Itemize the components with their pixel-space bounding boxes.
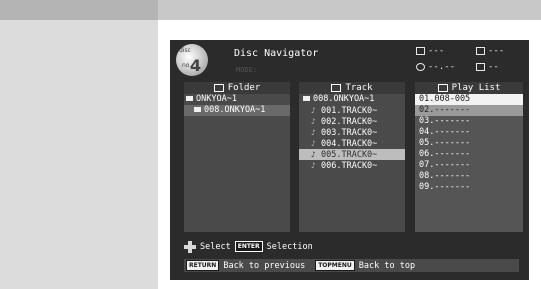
playlist-item[interactable]: 09.------- <box>415 182 523 193</box>
document-icon <box>331 84 342 92</box>
enter-key: ENTER <box>234 241 263 252</box>
mode-label: MODE: <box>236 66 258 74</box>
track-item[interactable]: ♪ 004.TRACK0~ <box>299 138 405 149</box>
app-title: Disc Navigator <box>234 48 319 59</box>
back-previous-label: Back to previous <box>223 260 306 271</box>
track-panel: Track 008.ONKYOA~1 ♪ 001.TRACK0~ ♪ 002.TRA… <box>299 82 405 232</box>
folder-item[interactable]: ONKYOA~1 <box>184 94 290 105</box>
topmenu-key: TOPMENU <box>315 260 355 271</box>
music-file-icon <box>476 63 485 71</box>
folder-count: --- <box>428 46 445 56</box>
folder-icon <box>213 84 224 92</box>
music-note-icon: ♪ <box>311 139 316 148</box>
track-list: 008.ONKYOA~1 ♪ 001.TRACK0~ ♪ 002.TRACK0~ ♪… <box>299 94 405 232</box>
dpad-icon <box>184 240 196 253</box>
disc-label: disc <box>179 47 191 54</box>
navigation-hint: RETURN Back to previous TOPMENU Back to … <box>184 259 519 272</box>
time-cell: --.-- <box>416 62 455 72</box>
disc-icon: disc no. 4 <box>176 44 208 76</box>
track-item[interactable]: ♪ 001.TRACK0~ <box>299 105 405 116</box>
left-rail-header <box>0 0 158 20</box>
return-key: RETURN <box>186 260 220 271</box>
playlist-item[interactable]: 02.------- <box>415 105 523 116</box>
music-note-icon: ♪ <box>311 128 316 137</box>
track-number: -- <box>488 62 499 72</box>
folder-icon <box>186 96 193 101</box>
track-item[interactable]: ♪ 002.TRACK0~ <box>299 116 405 127</box>
folder-count-cell: --- <box>416 46 444 56</box>
playlist-list: 01.008-005 02.------- 03.------- 04.----… <box>415 94 523 232</box>
disc-number: 4 <box>190 56 202 75</box>
selection-label: Selection <box>266 241 313 252</box>
playlist-item[interactable]: 08.------- <box>415 171 523 182</box>
track-folder-item[interactable]: 008.ONKYOA~1 <box>299 94 405 105</box>
status-panel: --- --- --.-- -- <box>412 44 524 78</box>
track-item[interactable]: ♪ 006.TRACK0~ <box>299 160 405 171</box>
music-note-icon: ♪ <box>311 161 316 170</box>
file-count: --- <box>488 46 505 56</box>
playlist-item[interactable]: 03.------- <box>415 116 523 127</box>
playlist-icon <box>437 84 448 92</box>
track-item[interactable]: ♪ 003.TRACK0~ <box>299 127 405 138</box>
folder-item-selected[interactable]: 008.ONKYOA~1 <box>184 105 290 116</box>
folder-panel: Folder ONKYOA~1 008.ONKYOA~1 <box>184 82 290 232</box>
playlist-item[interactable]: 04.------- <box>415 127 523 138</box>
select-label: Select <box>200 241 231 252</box>
left-rail <box>0 20 158 289</box>
playlist-panel: Play List 01.008-005 02.------- 03.-----… <box>415 82 523 232</box>
folder-panel-title: Folder <box>227 83 261 93</box>
track-item-selected[interactable]: ♪ 005.TRACK0~ <box>299 149 405 160</box>
playlist-panel-title: Play List <box>451 83 501 93</box>
select-hint: Select ENTER Selection <box>184 240 313 253</box>
folder-icon <box>194 107 201 112</box>
playlist-panel-header: Play List <box>415 82 523 94</box>
document-icon <box>476 47 485 55</box>
track-panel-title: Track <box>345 83 373 93</box>
folder-list: ONKYOA~1 008.ONKYOA~1 <box>184 94 290 232</box>
back-top-label: Back to top <box>358 260 416 271</box>
navigator-header: disc no. 4 Disc Navigator MODE: <box>176 44 410 80</box>
time-readout: --.-- <box>428 62 456 72</box>
clock-icon <box>416 63 425 71</box>
file-count-cell: --- <box>476 46 504 56</box>
playlist-item[interactable]: 05.------- <box>415 138 523 149</box>
music-note-icon: ♪ <box>311 106 316 115</box>
top-bar <box>158 0 541 20</box>
folder-icon <box>303 96 310 101</box>
music-note-icon: ♪ <box>311 150 316 159</box>
disc-navigator-screen: disc no. 4 Disc Navigator MODE: --- --- … <box>170 40 529 280</box>
track-num-cell: -- <box>476 62 499 72</box>
music-note-icon: ♪ <box>311 117 316 126</box>
playlist-item[interactable]: 06.------- <box>415 149 523 160</box>
folder-panel-header: Folder <box>184 82 290 94</box>
playlist-item[interactable]: 01.008-005 <box>415 94 523 105</box>
track-panel-header: Track <box>299 82 405 94</box>
folder-icon <box>416 47 425 55</box>
playlist-item[interactable]: 07.------- <box>415 160 523 171</box>
